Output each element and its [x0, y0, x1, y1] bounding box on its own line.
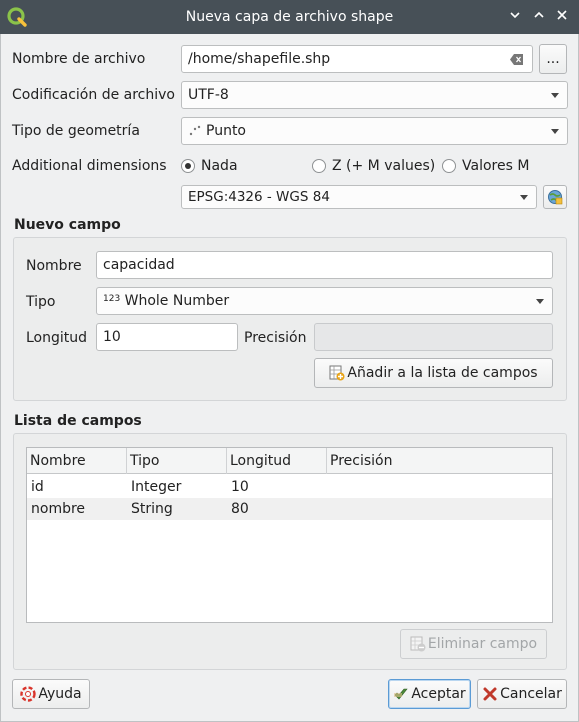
file-name-label: Nombre de archivo [12, 51, 146, 67]
column-header-precision[interactable]: Precisión [327, 448, 552, 474]
field-type-value: Whole Number [124, 293, 230, 309]
add-to-field-list-button[interactable]: Añadir a la lista de campos [314, 358, 553, 388]
add-to-field-list-label: Añadir a la lista de campos [347, 365, 538, 381]
crs-selector-button[interactable] [543, 185, 567, 209]
whole-number-icon: 123 [103, 294, 121, 304]
field-list-header: Nombre Tipo Longitud Precisión [27, 448, 552, 474]
field-type-select[interactable]: 123 Whole Number [96, 287, 553, 315]
column-header-type[interactable]: Tipo [127, 448, 227, 474]
table-row[interactable]: id Integer 10 [27, 476, 552, 498]
crs-globe-icon [548, 190, 563, 205]
field-list-title: Lista de campos [14, 413, 142, 429]
field-precision-label: Precisión [244, 330, 307, 346]
field-type-label: Tipo [26, 294, 56, 310]
cancel-icon [483, 687, 497, 701]
new-field-title: Nuevo campo [14, 217, 121, 233]
crs-value: EPSG:4326 - WGS 84 [188, 189, 330, 205]
radio-m-values-label[interactable]: Valores M [462, 158, 529, 174]
field-length-value: 10 [103, 329, 121, 345]
close-icon [557, 10, 567, 20]
dropdown-arrow-icon [551, 129, 559, 134]
table-cell: nombre [31, 501, 86, 517]
maximize-button[interactable] [530, 8, 548, 26]
clear-text-icon[interactable] [510, 54, 524, 65]
table-cell [327, 476, 331, 498]
field-precision-input [314, 323, 553, 351]
dropdown-arrow-icon [520, 195, 528, 200]
new-shapefile-dialog: Nombre de archivo /home/shapefile.shp ..… [0, 34, 579, 722]
geometry-type-value: Punto [206, 123, 246, 139]
remove-field-button[interactable]: Eliminar campo [400, 629, 547, 659]
radio-none-label[interactable]: Nada [201, 158, 238, 174]
table-cell: id [31, 479, 44, 495]
ok-label: Aceptar [411, 686, 466, 702]
cancel-label: Cancelar [500, 686, 562, 702]
radio-m-values[interactable] [442, 159, 456, 173]
table-row[interactable]: nombre String 80 [27, 498, 552, 520]
file-name-input[interactable]: /home/shapefile.shp [181, 45, 533, 73]
table-cell: String [131, 501, 173, 517]
remove-field-icon [410, 636, 426, 652]
column-header-length[interactable]: Longitud [227, 448, 327, 474]
field-name-input[interactable]: capacidad [96, 251, 553, 279]
table-cell: 10 [231, 479, 249, 495]
help-button[interactable]: Ayuda [12, 679, 90, 709]
encoding-value: UTF-8 [188, 87, 229, 103]
radio-z-m-values-label[interactable]: Z (+ M values) [332, 158, 435, 174]
file-name-value: /home/shapefile.shp [188, 51, 331, 67]
ok-button[interactable]: Aceptar [388, 679, 471, 709]
dropdown-arrow-icon [551, 93, 559, 98]
window-title: Nueva capa de archivo shape [185, 9, 394, 25]
dimensions-label: Additional dimensions [12, 158, 167, 174]
radio-z-m-values[interactable] [312, 159, 326, 173]
ok-icon [394, 688, 408, 700]
column-header-name[interactable]: Nombre [27, 448, 127, 474]
field-name-value: capacidad [103, 257, 175, 273]
add-field-icon [329, 365, 345, 381]
help-label: Ayuda [38, 686, 82, 702]
encoding-select[interactable]: UTF-8 [181, 81, 568, 109]
remove-field-label: Eliminar campo [427, 636, 538, 652]
table-cell: 80 [231, 501, 249, 517]
minimize-button[interactable] [506, 8, 524, 26]
field-name-label: Nombre [26, 258, 82, 274]
title-bar: Nueva capa de archivo shape [0, 0, 579, 34]
point-geometry-icon [189, 125, 201, 136]
table-cell [327, 498, 331, 520]
chevron-up-icon [534, 11, 544, 18]
crs-select[interactable]: EPSG:4326 - WGS 84 [181, 185, 537, 209]
browse-file-button[interactable]: ... [539, 44, 567, 74]
field-length-input[interactable]: 10 [96, 323, 238, 351]
field-length-label: Longitud [26, 330, 88, 346]
table-cell: Integer [131, 479, 182, 495]
geometry-type-select[interactable]: Punto [181, 117, 568, 145]
field-list-table[interactable]: Nombre Tipo Longitud Precisión id Intege… [26, 447, 553, 623]
radio-none[interactable] [181, 159, 195, 173]
chevron-down-icon [510, 12, 520, 19]
help-icon [20, 686, 37, 702]
dropdown-arrow-icon [536, 299, 544, 304]
encoding-label: Codificación de archivo [12, 87, 175, 103]
geometry-type-label: Tipo de geometría [12, 123, 140, 139]
close-window-button[interactable] [553, 8, 571, 26]
cancel-button[interactable]: Cancelar [477, 679, 567, 709]
